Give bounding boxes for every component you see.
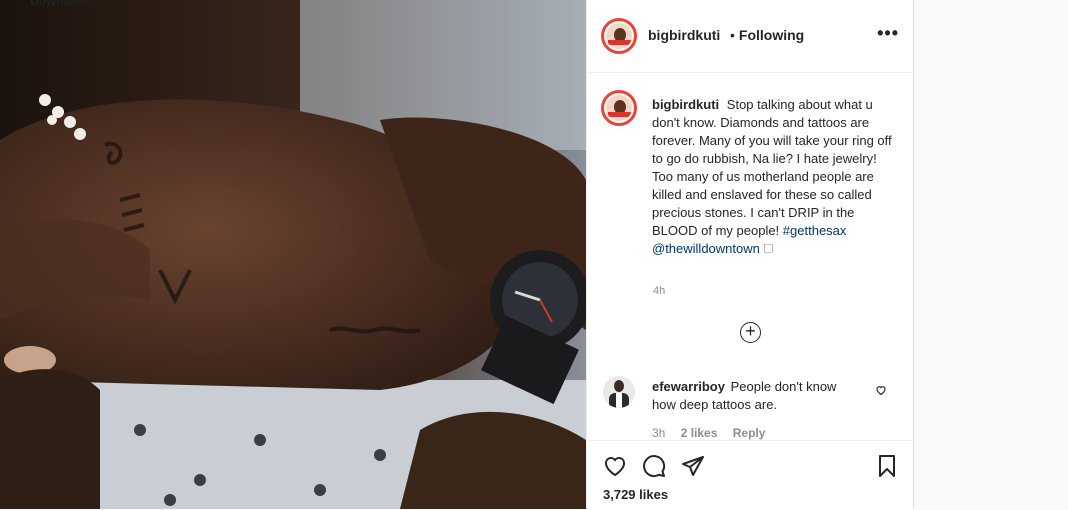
comment-bubble-icon[interactable] bbox=[642, 454, 666, 478]
comment-meta: 3h 2 likes Reply bbox=[652, 426, 777, 440]
author-username[interactable]: bigbirdkuti bbox=[648, 27, 720, 43]
post-side-panel: bigbirdkuti • Following ••• bigbirdkuti S… bbox=[586, 0, 914, 510]
caption-trailing-glyph: 🗆 bbox=[763, 241, 773, 256]
caption-time[interactable]: 4h bbox=[653, 285, 665, 297]
caption-body: Stop talking about what u don't know. Di… bbox=[652, 97, 892, 238]
follow-status: • Following bbox=[730, 27, 804, 43]
caption-text: bigbirdkuti Stop talking about what u do… bbox=[652, 96, 892, 258]
comment-like-heart-icon[interactable] bbox=[875, 384, 887, 396]
save-bookmark-icon[interactable] bbox=[875, 454, 899, 478]
comment-text: efewarriboy People don't know how deep t… bbox=[652, 378, 852, 414]
like-heart-icon[interactable] bbox=[603, 454, 627, 478]
post-action-bar: 3,729 likes bbox=[587, 440, 913, 510]
load-more-comments-icon[interactable]: + bbox=[740, 322, 761, 343]
brand-watermark: Downtown bbox=[30, 0, 93, 8]
commenter-username[interactable]: efewarriboy bbox=[652, 379, 725, 394]
commenter-avatar[interactable] bbox=[603, 376, 635, 408]
post-header: bigbirdkuti • Following ••• bbox=[587, 0, 913, 73]
post-photo[interactable]: Downtown bbox=[0, 0, 586, 509]
likes-count[interactable]: 3,729 likes bbox=[603, 487, 668, 502]
caption-mention[interactable]: @thewilldowntown bbox=[652, 241, 760, 256]
photo-image bbox=[0, 0, 586, 509]
comment-reply-button[interactable]: Reply bbox=[733, 426, 766, 440]
caption-avatar[interactable] bbox=[601, 90, 637, 126]
author-avatar[interactable] bbox=[601, 18, 637, 54]
share-send-icon[interactable] bbox=[681, 454, 705, 478]
comment-likes[interactable]: 2 likes bbox=[681, 426, 718, 440]
more-options-icon[interactable]: ••• bbox=[877, 24, 899, 42]
caption-username[interactable]: bigbirdkuti bbox=[652, 97, 719, 112]
following-button[interactable]: Following bbox=[739, 27, 804, 43]
follow-separator: • bbox=[730, 27, 735, 43]
caption-hashtag[interactable]: #getthesax bbox=[783, 223, 847, 238]
comment-time[interactable]: 3h bbox=[652, 426, 665, 440]
